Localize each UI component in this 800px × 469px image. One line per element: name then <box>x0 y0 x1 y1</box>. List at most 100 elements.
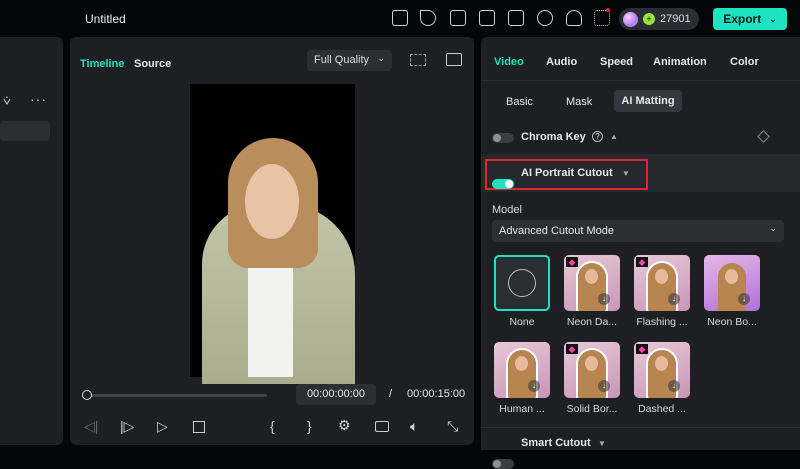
time-separator: / <box>389 388 393 400</box>
model-label: Model <box>492 204 522 216</box>
settings-icon[interactable]: ⚙ <box>338 417 351 434</box>
effect-thumbnail: ↓ <box>494 342 550 398</box>
scrubber-handle[interactable] <box>82 390 92 400</box>
effect-flashing[interactable]: ◆ ↓ Flashing ... <box>634 255 697 328</box>
ai-portrait-label: AI Portrait Cutout <box>521 167 613 179</box>
effect-dashed[interactable]: ◆ ↓ Dashed ... <box>634 342 697 415</box>
none-icon <box>508 269 536 297</box>
quality-value: Full Quality <box>314 54 370 66</box>
notification-dot <box>606 8 610 12</box>
effect-label: Flashing ... <box>636 316 688 328</box>
download-icon[interactable]: ↓ <box>668 293 680 305</box>
effect-label: None <box>509 316 535 328</box>
smart-cutout-label: Smart Cutout <box>521 437 591 449</box>
volume-icon[interactable]: 🔈︎ <box>410 418 418 435</box>
ai-portrait-toggle[interactable] <box>492 179 514 189</box>
next-frame-icon[interactable]: |▷ <box>120 418 134 435</box>
more-icon[interactable]: ··· <box>30 91 47 107</box>
playback-scrubber[interactable] <box>87 394 267 397</box>
chevron-down-icon: ⌄ <box>769 223 777 233</box>
tab-speed[interactable]: Speed <box>600 56 633 68</box>
player-panel: Timeline Source Full Quality ⌄ 00:00:00:0… <box>70 37 474 445</box>
download-icon[interactable]: ↓ <box>598 380 610 392</box>
credits-count: 27901 <box>660 13 691 25</box>
help-icon[interactable]: ? <box>592 131 603 142</box>
export-button[interactable]: Export ⌄ <box>713 8 787 30</box>
cloud-upload-icon[interactable] <box>537 10 553 26</box>
model-select[interactable]: Advanced Cutout Mode ⌄ <box>492 220 784 242</box>
top-bar: Untitled + 27901 Export ⌄ <box>0 0 800 37</box>
effect-label: Neon Da... <box>566 316 618 328</box>
tab-audio[interactable]: Audio <box>546 56 577 68</box>
premium-gem-icon: ◆ <box>566 257 578 267</box>
tab-animation[interactable]: Animation <box>653 56 707 68</box>
quality-select[interactable]: Full Quality ⌄ <box>307 50 392 71</box>
properties-panel: Video Audio Speed Animation Color Basic … <box>481 37 800 469</box>
total-time: 00:00:15:00 <box>407 388 466 400</box>
waveform-icon[interactable] <box>446 53 462 66</box>
gift-icon[interactable] <box>392 10 408 26</box>
effect-thumbnail: ↓ <box>704 255 760 311</box>
tab-source[interactable]: Source <box>134 58 171 70</box>
schedule-icon[interactable] <box>450 10 466 26</box>
effect-thumbnail: ◆ ↓ <box>634 255 690 311</box>
premium-gem-icon: ◆ <box>566 344 578 354</box>
credits-badge[interactable]: + 27901 <box>619 8 699 30</box>
keyframe-icon[interactable] <box>757 130 770 143</box>
expand-icon[interactable]: ▼ <box>622 169 630 178</box>
expand-icon[interactable]: ▼ <box>598 439 606 448</box>
layout-icon[interactable] <box>479 10 495 26</box>
download-icon[interactable]: ↓ <box>598 293 610 305</box>
tab-color[interactable]: Color <box>730 56 759 68</box>
subtab-ai-matting[interactable]: AI Matting <box>614 90 682 112</box>
divider <box>481 427 800 428</box>
play-icon[interactable]: ▷ <box>157 418 168 435</box>
effect-neon-dash[interactable]: ◆ ↓ Neon Da... <box>564 255 627 328</box>
avatar[interactable] <box>623 11 638 27</box>
current-time[interactable]: 00:00:00:00 <box>296 384 376 405</box>
subtab-mask[interactable]: Mask <box>566 96 592 108</box>
coin-icon: + <box>643 13 655 25</box>
headset-icon[interactable] <box>566 10 582 26</box>
save-icon[interactable] <box>508 10 524 26</box>
subtab-basic[interactable]: Basic <box>506 96 533 108</box>
mark-out-icon[interactable]: } <box>307 418 312 434</box>
smart-cutout-toggle[interactable] <box>492 459 514 469</box>
mark-in-icon[interactable]: { <box>270 418 275 434</box>
subject-shirt <box>248 254 293 377</box>
stop-icon[interactable] <box>193 421 205 433</box>
send-icon[interactable] <box>420 10 436 26</box>
effect-thumbnail: ◆ ↓ <box>564 255 620 311</box>
grid-icon[interactable] <box>410 54 426 66</box>
effect-none[interactable]: None <box>494 255 557 328</box>
download-icon[interactable]: ↓ <box>528 380 540 392</box>
apps-icon[interactable] <box>594 10 610 26</box>
chroma-key-label: Chroma Key <box>521 131 586 143</box>
filter-icon[interactable]: ⩒ <box>3 93 11 109</box>
effect-thumbnail: ◆ ↓ <box>634 342 690 398</box>
effect-neon-border[interactable]: ↓ Neon Bo... <box>704 255 767 328</box>
prev-frame-icon[interactable]: ◁| <box>84 418 98 435</box>
effect-human-border[interactable]: ↓ Human ... <box>494 342 557 415</box>
search-input[interactable] <box>0 121 50 141</box>
tab-timeline[interactable]: Timeline <box>80 58 124 70</box>
chevron-down-icon: ⌄ <box>377 53 385 63</box>
snapshot-icon[interactable] <box>375 421 389 432</box>
download-icon[interactable]: ↓ <box>668 380 680 392</box>
effect-thumbnail: ◆ ↓ <box>564 342 620 398</box>
effect-solid-border[interactable]: ◆ ↓ Solid Bor... <box>564 342 627 415</box>
tab-video[interactable]: Video <box>494 56 524 68</box>
effect-label: Dashed ... <box>638 403 686 415</box>
project-title: Untitled <box>85 12 126 26</box>
left-panel: ⩒ ··· <box>0 37 63 445</box>
fullscreen-icon[interactable]: ⤡ <box>447 418 458 435</box>
chevron-down-icon[interactable]: ⌄ <box>769 14 777 25</box>
model-value: Advanced Cutout Mode <box>499 225 614 237</box>
premium-gem-icon: ◆ <box>636 257 648 267</box>
effect-label: Solid Bor... <box>566 403 618 415</box>
chroma-key-toggle[interactable] <box>492 133 514 143</box>
download-icon[interactable]: ↓ <box>738 293 750 305</box>
effect-label: Human ... <box>499 403 545 415</box>
collapse-icon[interactable]: ▲ <box>610 132 618 141</box>
video-preview <box>190 84 355 384</box>
